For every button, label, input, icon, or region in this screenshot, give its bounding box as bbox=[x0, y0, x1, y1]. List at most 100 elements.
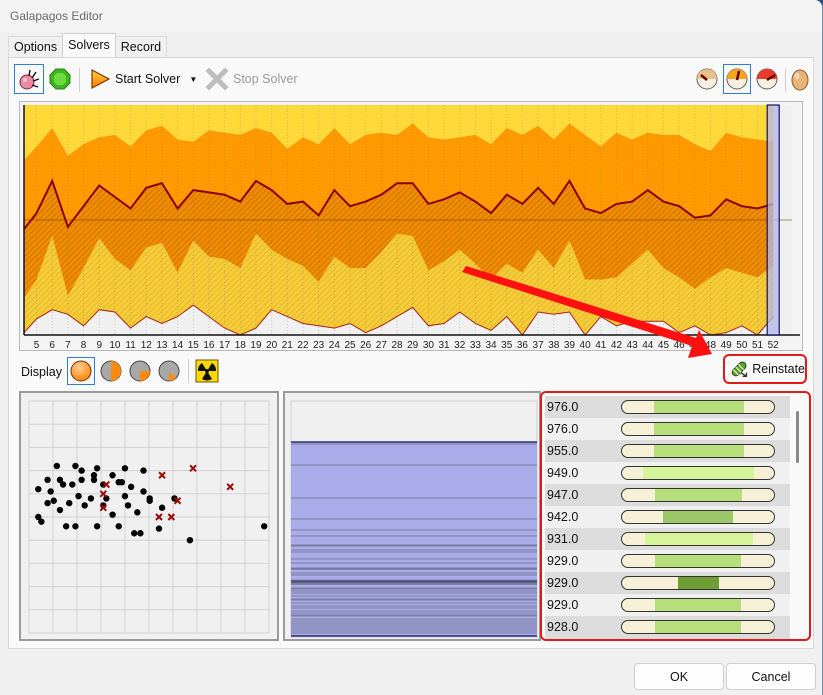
genome-point[interactable] bbox=[87, 495, 95, 502]
x-tick-label: 38 bbox=[548, 340, 560, 351]
x-tick-label: 34 bbox=[486, 340, 498, 351]
genome-point[interactable] bbox=[186, 537, 194, 544]
x-tick-label: 13 bbox=[156, 340, 168, 351]
fitness-list-item[interactable]: 929.0 bbox=[545, 550, 790, 572]
genome-point[interactable] bbox=[59, 481, 67, 488]
start-solver-dropdown-icon[interactable]: ▼ bbox=[189, 75, 197, 84]
tab-options[interactable]: Options bbox=[8, 36, 64, 57]
genome-point[interactable] bbox=[72, 462, 79, 470]
genome-point[interactable] bbox=[53, 462, 61, 470]
cancel-button[interactable]: Cancel bbox=[726, 663, 816, 690]
genome-point[interactable] bbox=[134, 509, 141, 516]
speed-fast-button[interactable] bbox=[753, 64, 781, 94]
genome-point[interactable] bbox=[121, 492, 129, 500]
fitness-range-fill bbox=[653, 445, 744, 457]
genome-map-svg bbox=[28, 400, 270, 634]
x-tick-label: 41 bbox=[595, 340, 607, 351]
genome-point[interactable] bbox=[62, 523, 70, 530]
selected-genome-cross[interactable] bbox=[158, 471, 166, 479]
fitness-list-item[interactable]: 976.0 bbox=[545, 396, 790, 418]
start-solver-button[interactable]: Start Solver ▼ bbox=[89, 64, 197, 94]
genome-point[interactable] bbox=[140, 488, 147, 495]
fitness-list-rows: 976.0 976.0 955.0 949.0 947.0 942.0 931.0 929.0… bbox=[545, 396, 790, 639]
fitness-range-bar bbox=[621, 400, 775, 414]
genome-distribution-panel[interactable] bbox=[283, 391, 541, 641]
fitness-list-item[interactable]: 947.0 bbox=[545, 484, 790, 506]
genome-point[interactable] bbox=[44, 499, 51, 507]
genome-point[interactable] bbox=[155, 525, 163, 532]
genome-point[interactable] bbox=[115, 523, 122, 530]
x-tick-label: 49 bbox=[721, 340, 733, 351]
genome-point[interactable] bbox=[90, 472, 98, 479]
genome-point[interactable] bbox=[66, 499, 73, 507]
x-tick-label: 10 bbox=[109, 340, 121, 351]
tab-record[interactable]: Record bbox=[114, 36, 168, 57]
x-tick-label: 44 bbox=[642, 340, 654, 351]
genome-fitness-list[interactable]: 976.0 976.0 955.0 949.0 947.0 942.0 931.0 929.0… bbox=[540, 391, 811, 641]
genome-point[interactable] bbox=[69, 481, 76, 488]
fitness-range-fill bbox=[644, 533, 753, 545]
list-scrollbar[interactable] bbox=[796, 411, 799, 463]
play-icon bbox=[91, 69, 111, 89]
ok-button[interactable]: OK bbox=[634, 663, 724, 690]
x-tick-label: 37 bbox=[533, 340, 545, 351]
annealing-solver-button[interactable] bbox=[47, 64, 73, 94]
reinstate-label: Reinstate bbox=[752, 362, 805, 376]
fitness-list-item[interactable]: 976.0 bbox=[545, 418, 790, 440]
fitness-value: 949.0 bbox=[547, 466, 579, 480]
genome-point[interactable] bbox=[127, 483, 135, 491]
genome-point[interactable] bbox=[158, 504, 166, 511]
genome-point[interactable] bbox=[75, 492, 82, 500]
toolbar-separator bbox=[785, 68, 786, 92]
genome-point[interactable] bbox=[38, 518, 45, 525]
genome-point[interactable] bbox=[140, 467, 147, 474]
fitness-list-item[interactable]: 942.0 bbox=[545, 506, 790, 528]
display-quarter-button[interactable] bbox=[126, 357, 154, 385]
reinstate-icon bbox=[731, 361, 748, 378]
tab-solvers[interactable]: Solvers bbox=[62, 33, 116, 57]
genome-point[interactable] bbox=[131, 530, 138, 537]
fitness-list-item[interactable]: 955.0 bbox=[545, 440, 790, 462]
selected-generation-marker[interactable] bbox=[766, 104, 780, 336]
genome-point[interactable] bbox=[47, 488, 54, 495]
fitness-list-item[interactable]: 931.0 bbox=[545, 528, 790, 550]
genome-point[interactable] bbox=[50, 497, 57, 504]
speed-medium-button[interactable] bbox=[723, 64, 751, 94]
fitness-value: 928.0 bbox=[547, 620, 579, 634]
genome-point[interactable] bbox=[81, 502, 88, 509]
genome-point[interactable] bbox=[118, 479, 126, 486]
genome-point[interactable] bbox=[93, 523, 101, 530]
selected-genome-cross[interactable] bbox=[226, 483, 234, 491]
genome-point[interactable] bbox=[124, 502, 132, 509]
fitness-chart[interactable]: 5 6 7 8 9 10 11 12 13 14 15 16 17 18 19 20 21 22 23 24 25 26 2… bbox=[19, 101, 803, 351]
reinstate-button[interactable]: Reinstate bbox=[723, 354, 807, 384]
genome-point[interactable] bbox=[78, 467, 85, 474]
genome-point[interactable] bbox=[56, 506, 64, 514]
x-tick-label: 7 bbox=[65, 340, 71, 351]
fitness-list-item[interactable]: 949.0 bbox=[545, 462, 790, 484]
fitness-list-item[interactable]: 929.0 bbox=[545, 594, 790, 616]
stop-solver-button[interactable]: Stop Solver bbox=[205, 64, 298, 94]
genome-point[interactable] bbox=[35, 485, 42, 493]
radiation-button[interactable] bbox=[193, 357, 221, 385]
fitness-list-item[interactable]: 928.0 bbox=[545, 616, 790, 638]
genome-point[interactable] bbox=[137, 530, 144, 537]
x-tick-label: 23 bbox=[313, 340, 325, 351]
fitness-list-item[interactable]: 929.0 bbox=[545, 572, 790, 594]
speed-slow-button[interactable] bbox=[693, 64, 721, 94]
genome-point[interactable] bbox=[72, 523, 79, 530]
genome-point[interactable] bbox=[261, 523, 268, 530]
genome-map-panel[interactable] bbox=[19, 391, 279, 641]
genome-point[interactable] bbox=[121, 465, 129, 472]
evolutionary-solver-button[interactable] bbox=[14, 64, 44, 94]
genome-point[interactable] bbox=[109, 511, 116, 518]
display-full-button[interactable] bbox=[67, 357, 95, 385]
display-eighth-button[interactable] bbox=[155, 357, 183, 385]
genome-point[interactable] bbox=[44, 476, 51, 484]
genome-point[interactable] bbox=[78, 476, 85, 484]
genome-point[interactable] bbox=[146, 497, 153, 504]
genome-point[interactable] bbox=[109, 472, 116, 479]
display-half-button[interactable] bbox=[97, 357, 125, 385]
genome-point[interactable] bbox=[93, 465, 101, 472]
egg-button[interactable] bbox=[789, 64, 811, 94]
